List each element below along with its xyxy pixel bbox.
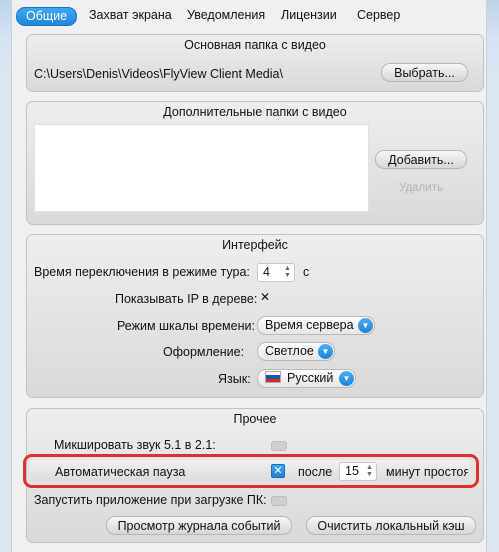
tab-notifications[interactable]: Уведомления xyxy=(178,7,274,24)
tab-licenses[interactable]: Лицензии xyxy=(272,7,346,24)
tab-screen-capture[interactable]: Захват экрана xyxy=(80,7,181,24)
autostart-label: Запустить приложение при загрузке ПК: xyxy=(34,493,267,507)
language-value-wrap: Русский xyxy=(265,370,333,387)
language-value: Русский xyxy=(287,371,334,385)
mix-audio-checkbox[interactable] xyxy=(271,441,287,451)
theme-value: Светлое xyxy=(265,344,314,358)
chevron-down-icon[interactable]: ▼ xyxy=(358,318,373,333)
remove-folder-button[interactable]: Удалить xyxy=(375,178,467,197)
interface-group: Интерфейс Время переключения в режиме ту… xyxy=(26,234,484,398)
spinner-arrows-icon[interactable]: ▲ ▼ xyxy=(283,265,292,280)
tab-bar: Общие Захват экрана Уведомления Лицензии… xyxy=(12,4,486,26)
extra-folders-list[interactable] xyxy=(34,124,369,212)
main-folder-group: Основная папка с видео C:\Users\Denis\Vi… xyxy=(26,34,484,92)
show-ip-label: Показывать IP в дереве: xyxy=(115,292,258,306)
extra-folders-title: Дополнительные папки с видео xyxy=(163,105,347,119)
clear-cache-button[interactable]: Очистить локальный кэш xyxy=(306,516,476,535)
tour-interval-value: 4 xyxy=(263,265,270,279)
chevron-down-icon[interactable]: ▼ xyxy=(318,344,333,359)
tour-interval-spinner[interactable]: 4 ▲ ▼ xyxy=(257,263,295,282)
russian-flag-icon xyxy=(265,371,281,383)
timescale-label: Режим шкалы времени: xyxy=(117,319,255,333)
highlight-annotation xyxy=(23,454,479,488)
main-folder-title: Основная папка с видео xyxy=(184,38,326,52)
language-label: Язык: xyxy=(218,372,251,386)
timescale-select[interactable]: Время сервера ▼ xyxy=(257,316,375,335)
theme-label: Оформление: xyxy=(163,345,245,359)
tour-interval-unit: с xyxy=(303,265,310,279)
chevron-down-icon[interactable]: ▼ xyxy=(339,371,354,386)
show-ip-checkbox[interactable]: ✕ xyxy=(258,290,272,304)
tab-server[interactable]: Сервер xyxy=(348,7,409,24)
tour-interval-label: Время переключения в режиме тура: xyxy=(34,265,250,279)
browse-button[interactable]: Выбрать... xyxy=(381,63,468,82)
theme-select[interactable]: Светлое ▼ xyxy=(257,342,335,361)
timescale-value: Время сервера xyxy=(265,318,354,332)
extra-folders-group: Дополнительные папки с видео Добавить...… xyxy=(26,101,484,225)
other-title: Прочее xyxy=(233,412,277,426)
main-folder-path: C:\Users\Denis\Videos\FlyView Client Med… xyxy=(34,67,283,81)
interface-title: Интерфейс xyxy=(222,238,288,252)
autostart-checkbox[interactable] xyxy=(271,496,287,506)
add-folder-button[interactable]: Добавить... xyxy=(375,150,467,169)
tab-general[interactable]: Общие xyxy=(16,7,78,26)
mix-audio-label: Микшировать звук 5.1 в 2.1: xyxy=(54,438,216,452)
event-log-button[interactable]: Просмотр журнала событий xyxy=(106,516,292,535)
language-select[interactable]: Русский ▼ xyxy=(257,369,356,388)
